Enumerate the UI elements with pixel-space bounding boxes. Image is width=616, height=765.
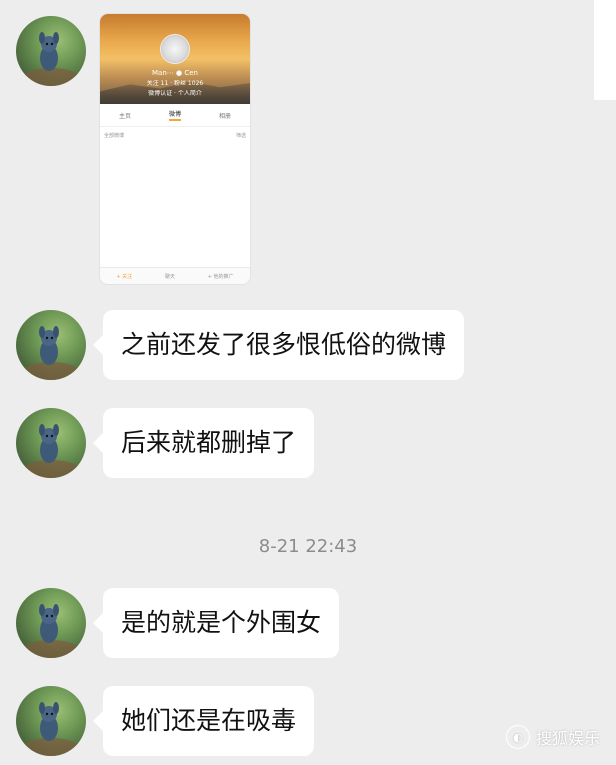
message-bubble[interactable]: 后来就都删掉了 — [92, 408, 315, 478]
contact-avatar[interactable] — [16, 16, 86, 86]
tab-album: 相册 — [218, 112, 231, 120]
shared-image-message[interactable]: Man⋯ ● Cen 关注 11 · 粉丝 1026 微博认证 · 个人简介 主… — [100, 14, 250, 284]
tab-home: 主页 — [118, 112, 131, 120]
side-panel-edge — [594, 0, 616, 100]
profile-name: Man⋯ ● Cen — [152, 69, 198, 77]
contact-avatar[interactable] — [16, 310, 86, 380]
avatar-character-icon — [23, 604, 79, 658]
watermark-text: 搜狐娱乐 — [536, 729, 601, 748]
message-bubble[interactable]: 是的就是个外围女 — [92, 588, 340, 658]
profile-avatar — [160, 34, 190, 64]
avatar-character-icon — [23, 702, 79, 756]
avatar-character-icon — [23, 32, 79, 86]
follow-button: + 关注 — [116, 273, 133, 280]
message-bubble[interactable]: 她们还是在吸毒 — [92, 686, 315, 756]
contact-avatar[interactable] — [16, 686, 86, 756]
contact-avatar[interactable] — [16, 408, 86, 478]
message-bubble[interactable]: 之前还发了很多恨低俗的微博 — [92, 310, 465, 380]
feed-filter: 全部微博 筛选 — [104, 132, 246, 139]
filter-right: 筛选 — [235, 133, 246, 139]
contact-avatar[interactable] — [16, 588, 86, 658]
chat-screen: Man⋯ ● Cen 关注 11 · 粉丝 1026 微博认证 · 个人简介 主… — [0, 0, 616, 765]
profile-description: 微博认证 · 个人简介 — [148, 90, 202, 97]
sohu-fox-icon: ◐ — [506, 725, 530, 749]
profile-stats: 关注 11 · 粉丝 1026 — [146, 80, 204, 87]
sohu-watermark: ◐ 搜狐娱乐 — [506, 725, 600, 749]
chat-button: 聊天 — [164, 273, 175, 280]
avatar-character-icon — [23, 326, 79, 380]
avatar-character-icon — [23, 424, 79, 478]
message-timestamp: 8-21 22:43 — [258, 536, 358, 557]
tab-weibo: 微博 — [168, 109, 181, 121]
profile-tabs: 主页 微博 相册 — [100, 104, 250, 127]
promote-button: + 他的推广 — [207, 273, 234, 280]
profile-bottom-bar: + 关注 聊天 + 他的推广 — [100, 267, 250, 284]
filter-left: 全部微博 — [104, 133, 125, 139]
